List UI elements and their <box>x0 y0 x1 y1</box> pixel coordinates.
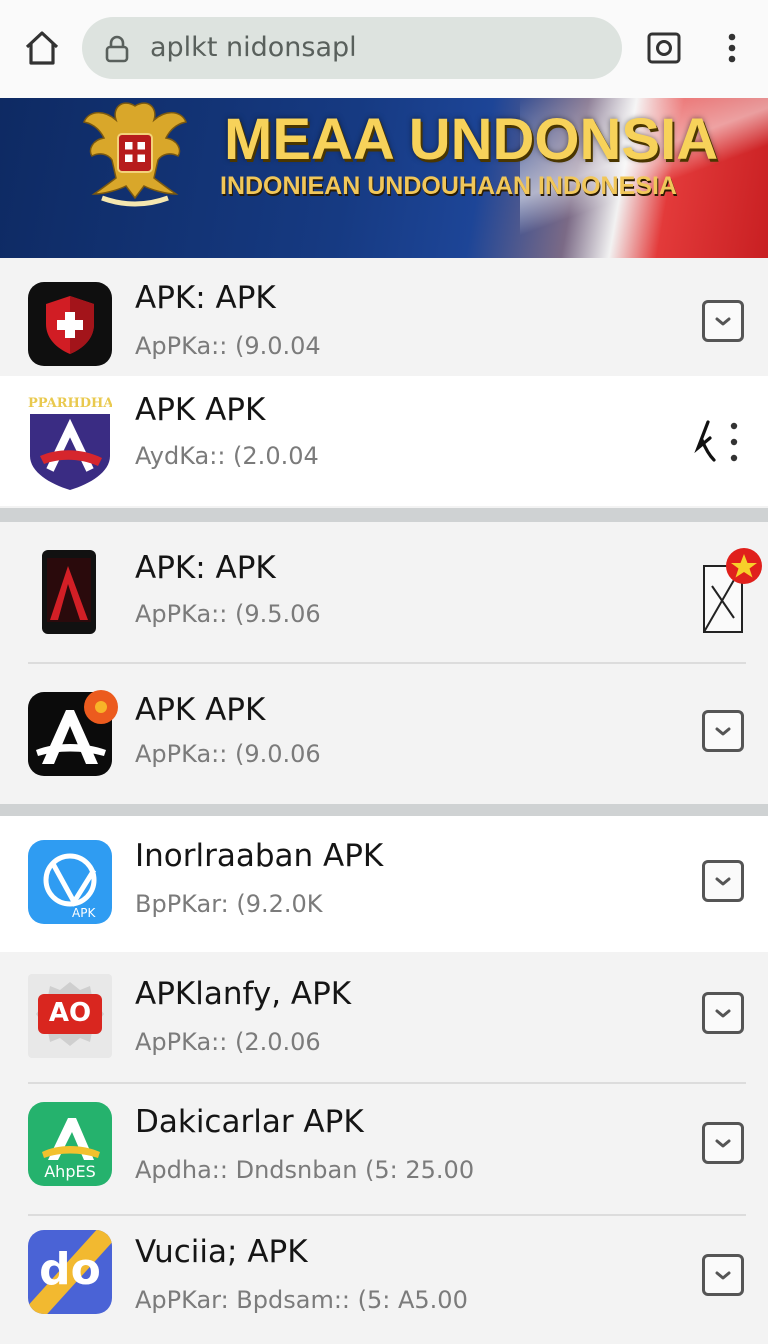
chevron-down-icon <box>715 1271 731 1280</box>
phone-app-icon <box>28 550 112 634</box>
app-subtitle: ApPKa:: (9.0.06 <box>135 740 321 768</box>
app-title[interactable]: Dakicarlar APK <box>135 1104 364 1140</box>
app-title[interactable]: APK: APK <box>135 280 276 316</box>
app-title[interactable]: Vuciia; APK <box>135 1234 308 1270</box>
list-item[interactable]: PPARHDHAIN APK APK AydKa:: (2.0.04 <box>0 376 768 506</box>
app-subtitle: ApPKa:: (9.0.04 <box>135 332 321 360</box>
app-icon-label: PPARHDHAIN <box>28 396 112 411</box>
app-subtitle: ApPKa:: (2.0.06 <box>135 1028 321 1056</box>
more-options-icon[interactable] <box>722 30 742 66</box>
chevron-down-icon <box>715 1139 731 1148</box>
download-button[interactable] <box>702 300 744 342</box>
app-title[interactable]: APKlanfy, APK <box>135 976 351 1012</box>
download-button[interactable] <box>702 992 744 1034</box>
blue-app-icon: APK <box>28 840 112 924</box>
list-item[interactable]: APK: APK ApPKa:: (9.5.06 <box>0 522 768 664</box>
pin-icon[interactable] <box>688 416 742 472</box>
browser-toolbar: aplkt nidonsapl <box>0 0 768 98</box>
list-item[interactable]: APK Inorlraaban APK BpPKar: (9.2.0K <box>0 816 768 952</box>
chevron-down-icon <box>715 727 731 736</box>
green-app-icon: AhpES <box>28 1102 112 1186</box>
app-subtitle: AydKa:: (2.0.04 <box>135 442 319 470</box>
list-item[interactable]: AO APKlanfy, APK ApPKa:: (2.0.06 <box>0 952 768 1082</box>
app-title[interactable]: APK APK <box>135 692 265 728</box>
list-item[interactable]: do Vuciia; APK ApPKar: Bpdsam:: (5: A5.0… <box>0 1216 768 1344</box>
list-item[interactable]: APK APK ApPKa:: (9.0.06 <box>0 664 768 804</box>
chevron-down-icon <box>715 877 731 886</box>
app-icon-label: AhpES <box>44 1162 96 1181</box>
banner-subtitle: INDONIEAN UNDOUHAAN INDONESIA <box>220 172 677 200</box>
app-title[interactable]: APK APK <box>135 392 265 428</box>
lock-icon <box>104 35 130 63</box>
download-button[interactable] <box>702 1254 744 1296</box>
garuda-emblem-icon <box>82 98 188 208</box>
home-icon[interactable] <box>22 28 62 68</box>
shield-app-icon <box>28 282 112 366</box>
app-title[interactable]: Inorlraaban APK <box>135 838 383 874</box>
download-button[interactable] <box>702 860 744 902</box>
a-logo-app-icon: PPARHDHAIN <box>28 394 112 492</box>
red-badge-app-icon: AO <box>28 974 112 1058</box>
list-item[interactable]: AhpES Dakicarlar APK Apdha:: Dndsnban (5… <box>0 1084 768 1214</box>
banner-title: MEAA UNDONSIA <box>224 107 719 172</box>
url-text[interactable]: aplkt nidonsapl <box>150 32 357 63</box>
app-subtitle: BpPKar: (9.2.0K <box>135 890 323 918</box>
tab-switcher-icon[interactable] <box>646 30 682 66</box>
chevron-down-icon <box>715 317 731 326</box>
app-icon-label: APK <box>72 906 96 920</box>
download-button[interactable] <box>702 710 744 752</box>
chevron-down-icon <box>715 1009 731 1018</box>
app-title[interactable]: APK: APK <box>135 550 276 586</box>
notification-badge-icon <box>84 690 118 724</box>
section-separator <box>0 508 768 522</box>
app-icon-label: do <box>39 1244 101 1295</box>
site-banner: MEAA UNDONSIA INDONIEAN UNDOUHAAN INDONE… <box>0 98 768 258</box>
do-app-icon: do <box>28 1230 112 1314</box>
address-bar[interactable]: aplkt nidonsapl <box>82 17 622 79</box>
list-item[interactable]: APK: APK ApPKa:: (9.0.04 <box>0 258 768 376</box>
bookmark-icon[interactable] <box>700 546 764 634</box>
download-button[interactable] <box>702 1122 744 1164</box>
app-icon-label: AO <box>48 998 92 1028</box>
app-subtitle: ApPKar: Bpdsam:: (5: A5.00 <box>135 1286 468 1314</box>
app-subtitle: ApPKa:: (9.5.06 <box>135 600 321 628</box>
app-subtitle: Apdha:: Dndsnban (5: 25.00 <box>135 1156 475 1184</box>
section-separator <box>0 804 768 816</box>
